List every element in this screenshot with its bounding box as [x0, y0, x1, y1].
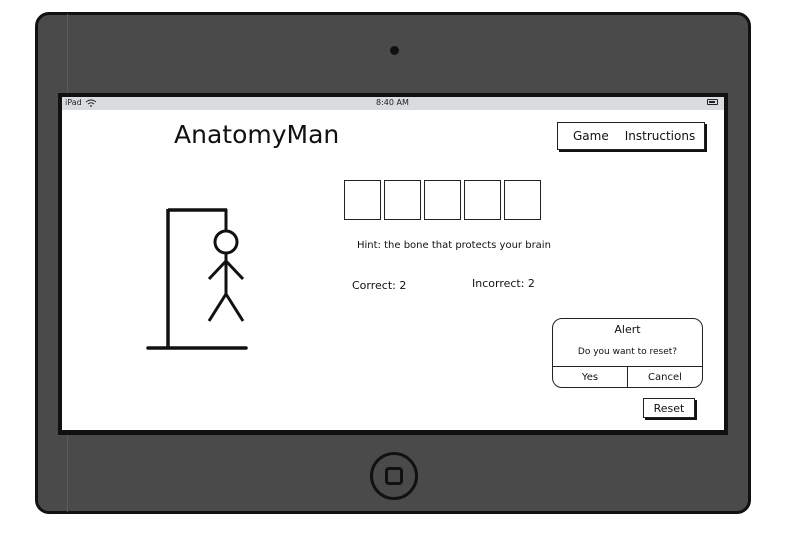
- letter-slot: [384, 180, 421, 220]
- hangman-left-leg: [207, 293, 228, 322]
- nav-item-game[interactable]: Game: [573, 129, 609, 143]
- reset-alert-dialog: Alert Do you want to reset? Yes Cancel: [552, 318, 703, 388]
- hint-text: Hint: the bone that protects your brain: [357, 240, 551, 251]
- letter-slot: [504, 180, 541, 220]
- home-square-icon: [385, 467, 403, 485]
- alert-message: Do you want to reset?: [577, 347, 678, 357]
- alert-yes-button[interactable]: Yes: [553, 367, 628, 387]
- wifi-icon: [85, 99, 96, 107]
- app-title: AnatomyMan: [174, 120, 340, 149]
- home-button[interactable]: [370, 452, 418, 500]
- hangman-left-arm: [207, 259, 228, 281]
- app-content: AnatomyMan Game Instructions Hint: the b…: [62, 110, 724, 430]
- camera-icon: [390, 46, 399, 55]
- nav-menu: Game Instructions: [557, 122, 705, 150]
- device-label: iPad: [65, 98, 82, 107]
- hangman-right-arm: [224, 259, 245, 281]
- alert-title: Alert: [614, 323, 641, 336]
- hangman-head: [213, 229, 239, 255]
- letter-slot: [344, 180, 381, 220]
- letter-slot: [464, 180, 501, 220]
- incorrect-count: Incorrect: 2: [472, 277, 535, 290]
- hangman-drawing: [146, 208, 248, 350]
- nav-item-instructions[interactable]: Instructions: [625, 129, 695, 143]
- status-time: 8:40 AM: [376, 98, 409, 107]
- alert-cancel-button[interactable]: Cancel: [628, 367, 702, 387]
- reset-button[interactable]: Reset: [643, 398, 695, 418]
- alert-button-row: Yes Cancel: [553, 366, 702, 387]
- hangman-right-leg: [224, 293, 245, 322]
- correct-count: Correct: 2: [352, 279, 407, 292]
- letter-slots: [344, 180, 541, 220]
- letter-slot: [424, 180, 461, 220]
- status-carrier: iPad: [65, 98, 97, 107]
- status-bar: iPad 8:40 AM: [62, 97, 724, 110]
- battery-icon: [707, 99, 718, 105]
